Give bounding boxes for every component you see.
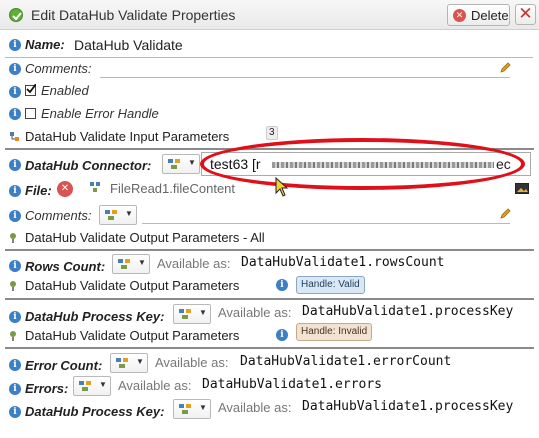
errors-label: Errors: bbox=[25, 381, 69, 396]
info-icon[interactable]: i bbox=[9, 406, 21, 418]
divider bbox=[5, 57, 533, 58]
info-icon[interactable]: i bbox=[9, 86, 21, 98]
error-handle-checkbox[interactable] bbox=[25, 108, 36, 119]
handle-invalid-badge: Handle: Invalid bbox=[296, 323, 373, 341]
info-icon[interactable]: i bbox=[276, 279, 288, 291]
name-value[interactable]: DataHub Validate bbox=[74, 37, 183, 53]
variable-picker-icon bbox=[116, 358, 128, 368]
input-comments-field[interactable] bbox=[142, 223, 510, 224]
window-title: Edit DataHub Validate Properties bbox=[31, 7, 236, 23]
available-prefix: Available as: bbox=[155, 355, 229, 370]
rows-count-picker[interactable]: ▼ bbox=[112, 254, 150, 274]
error-count-picker[interactable]: ▼ bbox=[110, 353, 148, 373]
info-icon[interactable]: i bbox=[9, 159, 21, 171]
input-params-label: DataHub Validate Input Parameters bbox=[25, 129, 230, 144]
tree-icon bbox=[10, 281, 16, 291]
tree-icon bbox=[10, 132, 19, 141]
info-icon[interactable]: i bbox=[9, 383, 21, 395]
chevron-down-icon: ▼ bbox=[125, 209, 133, 218]
param-count-badge: 3 bbox=[266, 126, 278, 140]
name-label: Name: bbox=[25, 37, 65, 52]
output-invalid-label: DataHub Validate Output Parameters bbox=[25, 328, 240, 343]
process-key-picker[interactable]: ▼ bbox=[173, 399, 211, 419]
error-count-label: Error Count: bbox=[25, 358, 103, 373]
cursor-icon bbox=[275, 177, 289, 197]
variable-picker-icon bbox=[179, 309, 191, 319]
section-divider bbox=[5, 347, 534, 349]
comments-field[interactable] bbox=[100, 77, 510, 78]
clear-file-icon[interactable]: ✕ bbox=[57, 181, 73, 197]
rows-count-label: Rows Count: bbox=[25, 259, 106, 274]
input-comments-label: Comments: bbox=[25, 208, 92, 223]
check-icon bbox=[9, 8, 23, 22]
chevron-down-icon: ▼ bbox=[136, 357, 144, 366]
info-icon[interactable]: i bbox=[9, 260, 21, 272]
delete-button[interactable]: ✕ Delete bbox=[447, 4, 510, 26]
info-icon[interactable]: i bbox=[9, 108, 21, 120]
errors-picker[interactable]: ▼ bbox=[73, 376, 111, 396]
process-key-label: DataHub Process Key: bbox=[25, 404, 165, 419]
enabled-checkbox[interactable] bbox=[25, 84, 36, 96]
handle-valid-badge: Handle: Valid bbox=[296, 276, 365, 294]
delete-label: Delete bbox=[471, 8, 509, 23]
available-prefix: Available as: bbox=[157, 256, 231, 271]
output-valid-label: DataHub Validate Output Parameters bbox=[25, 278, 240, 293]
tree-icon bbox=[10, 233, 16, 243]
connector-label: DataHub Connector: bbox=[25, 158, 152, 173]
chevron-down-icon: ▼ bbox=[138, 258, 146, 267]
variable-picker-icon bbox=[179, 404, 191, 414]
file-value: FileRead1.fileContent bbox=[110, 181, 236, 196]
info-icon[interactable]: i bbox=[9, 39, 21, 51]
available-prefix: Available as: bbox=[118, 378, 192, 393]
pencil-icon[interactable] bbox=[499, 62, 511, 74]
info-icon[interactable]: i bbox=[9, 359, 21, 371]
chevron-down-icon: ▼ bbox=[188, 158, 196, 167]
connector-picker[interactable]: ▼ bbox=[162, 154, 200, 174]
available-prefix: Available as: bbox=[218, 305, 292, 320]
output-all-label: DataHub Validate Output Parameters - All bbox=[25, 230, 265, 245]
info-icon[interactable]: i bbox=[276, 329, 288, 341]
process-key-picker[interactable]: ▼ bbox=[173, 304, 211, 324]
variable-picker-icon bbox=[118, 259, 130, 269]
chevron-down-icon: ▼ bbox=[99, 380, 107, 389]
info-icon[interactable]: i bbox=[9, 210, 21, 222]
info-icon[interactable]: i bbox=[9, 185, 21, 197]
available-value: DataHubValidate1.rowsCount bbox=[241, 255, 445, 270]
variable-picker-icon bbox=[105, 210, 117, 220]
error-handle-label: Enable Error Handle bbox=[41, 106, 159, 121]
chevron-down-icon: ▼ bbox=[199, 308, 207, 317]
variable-picker-icon bbox=[168, 159, 180, 169]
file-label: File: bbox=[25, 183, 52, 198]
available-value: DataHubValidate1.errorCount bbox=[240, 354, 452, 369]
info-icon[interactable]: i bbox=[9, 311, 21, 323]
chevron-down-icon: ▼ bbox=[199, 403, 207, 412]
section-divider bbox=[5, 249, 534, 251]
tree-icon bbox=[90, 182, 100, 192]
available-prefix: Available as: bbox=[218, 400, 292, 415]
pencil-icon[interactable] bbox=[499, 208, 511, 220]
close-icon: ✕ bbox=[518, 4, 533, 23]
tree-icon bbox=[10, 331, 16, 341]
variable-picker-icon bbox=[79, 381, 91, 391]
section-divider bbox=[5, 298, 534, 300]
available-value: DataHubValidate1.errors bbox=[202, 377, 383, 392]
highlight-ellipse bbox=[200, 138, 525, 190]
title-bar: Edit DataHub Validate Properties ✕ Delet… bbox=[0, 0, 539, 30]
available-value: DataHubValidate1.processKey bbox=[302, 399, 514, 414]
close-button[interactable]: ✕ bbox=[515, 4, 536, 25]
comments-picker[interactable]: ▼ bbox=[99, 205, 137, 225]
image-icon[interactable] bbox=[515, 183, 529, 194]
info-icon[interactable]: i bbox=[9, 63, 21, 75]
enabled-label: Enabled bbox=[41, 83, 89, 98]
delete-icon: ✕ bbox=[453, 9, 466, 22]
process-key-label: DataHub Process Key: bbox=[25, 309, 165, 324]
comments-label: Comments: bbox=[25, 61, 92, 76]
available-value: DataHubValidate1.processKey bbox=[302, 304, 514, 319]
